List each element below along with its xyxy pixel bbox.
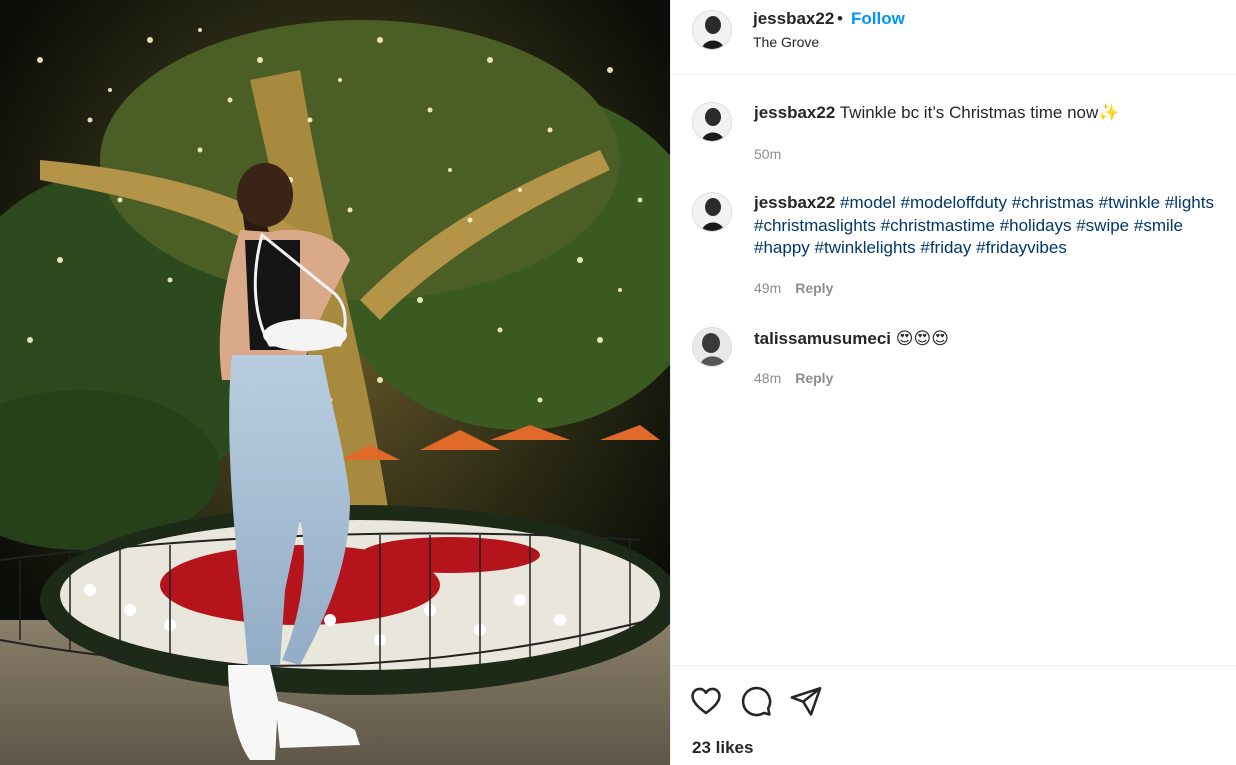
caption-meta: 50m — [754, 146, 781, 162]
comment-bubble-icon[interactable] — [739, 684, 773, 718]
hashtag-link[interactable]: #holidays — [1000, 216, 1072, 235]
likes-count[interactable]: 23 likes — [692, 738, 753, 758]
author-avatar[interactable] — [692, 10, 732, 50]
hashtag-link[interactable]: #smile — [1134, 216, 1183, 235]
commenter-meta: 48m Reply — [754, 370, 833, 386]
comment-avatar[interactable] — [692, 192, 732, 232]
sparkles-emoji: ✨ — [1098, 103, 1120, 123]
comment-emoji: talissamusumeci 😍😍😍 48m Reply — [692, 327, 1222, 397]
reply-button[interactable]: Reply — [795, 370, 833, 386]
hashtag-link[interactable]: #modeloffduty — [901, 193, 1007, 212]
hashtag-link[interactable]: #model — [840, 193, 896, 212]
post-image — [0, 0, 670, 765]
author-username[interactable]: jessbax22 — [753, 9, 834, 29]
heart-eyes-emoji: 😍😍😍 — [895, 329, 949, 349]
commenter-text-row: talissamusumeci 😍😍😍 — [754, 328, 1234, 351]
caption: jessbax22 Twinkle bc it’s Christmas time… — [692, 102, 1222, 172]
hashtag-link[interactable]: #twinklelights — [815, 238, 916, 257]
hashtag-link[interactable]: #fridayvibes — [976, 238, 1067, 257]
caption-text: Twinkle bc it’s Christmas time now — [839, 103, 1099, 122]
post-side-panel: jessbax22 • Follow The Grove jessbax22 T… — [670, 0, 1236, 765]
post-location[interactable]: The Grove — [753, 34, 819, 50]
heart-icon[interactable] — [689, 684, 723, 718]
comment-username[interactable]: jessbax22 — [754, 193, 835, 212]
paper-plane-icon[interactable] — [789, 684, 823, 718]
caption-avatar[interactable] — [692, 102, 732, 142]
action-bar: 23 likes — [671, 665, 1236, 765]
caption-text-row: jessbax22 Twinkle bc it’s Christmas time… — [754, 102, 1234, 125]
comment-time[interactable]: 49m — [754, 280, 781, 296]
caption-username[interactable]: jessbax22 — [754, 103, 835, 122]
commenter-time[interactable]: 48m — [754, 370, 781, 386]
comment-hashtags: jessbax22 #model #modeloffduty #christma… — [692, 192, 1222, 302]
hashtag-link[interactable]: #swipe — [1076, 216, 1129, 235]
commenter-username[interactable]: talissamusumeci — [754, 329, 891, 348]
hashtag-link[interactable]: #lights — [1165, 193, 1214, 212]
post-photo[interactable] — [0, 0, 670, 765]
comment-text-row: jessbax22 #model #modeloffduty #christma… — [754, 192, 1234, 260]
hashtag-link[interactable]: #christmaslights — [754, 216, 876, 235]
hashtag-link[interactable]: #christmastime — [881, 216, 995, 235]
separator-dot: • — [837, 9, 843, 28]
post-header: jessbax22 • Follow The Grove — [671, 0, 1236, 75]
hashtag-link[interactable]: #friday — [920, 238, 971, 257]
caption-time[interactable]: 50m — [754, 146, 781, 162]
comment-meta: 49m Reply — [754, 280, 833, 296]
follow-button[interactable]: Follow — [851, 9, 905, 29]
hashtag-link[interactable]: #happy — [754, 238, 810, 257]
hashtag-link[interactable]: #twinkle — [1099, 193, 1160, 212]
hashtag-link[interactable]: #christmas — [1012, 193, 1094, 212]
reply-button[interactable]: Reply — [795, 280, 833, 296]
commenter-avatar[interactable] — [692, 327, 732, 367]
